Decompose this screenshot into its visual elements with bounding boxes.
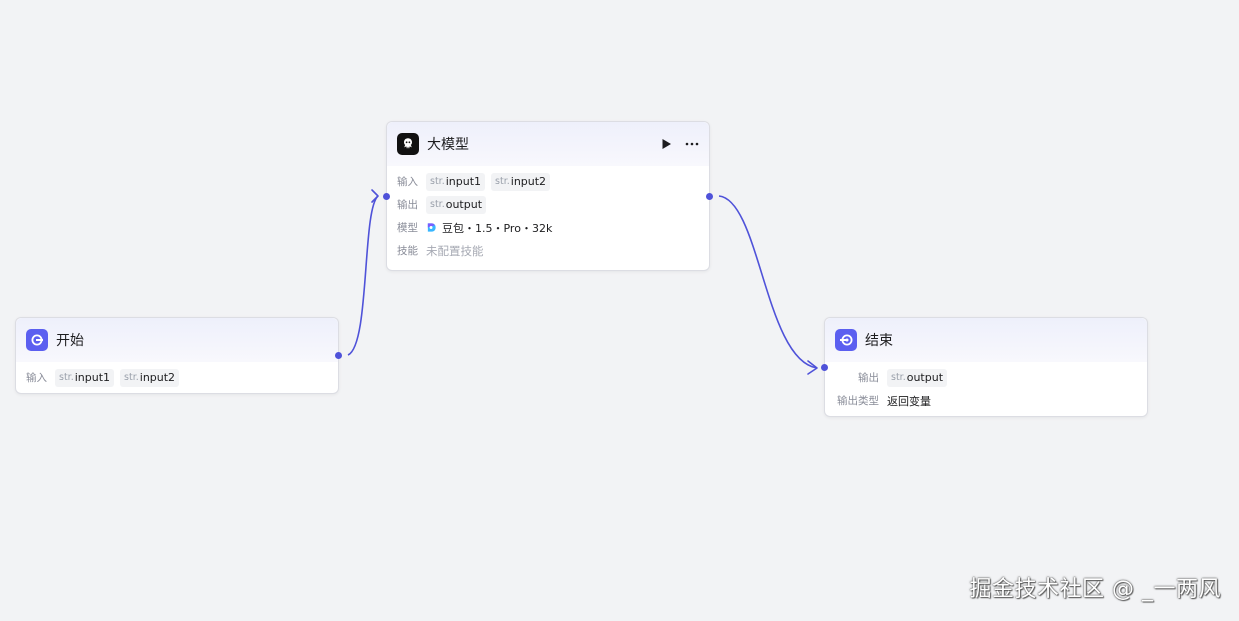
start-node-title: 开始 xyxy=(56,333,84,349)
tag-name: input1 xyxy=(74,371,111,384)
tag-name: output xyxy=(906,371,944,384)
workflow-canvas[interactable]: 开始 输入 str. input1 str. input2 大模型 输入 str… xyxy=(0,0,1239,621)
llm-node-body: 输入 str. input1 str. input2 输出 str. outpu… xyxy=(387,166,709,268)
llm-model-row: 模型 豆包・1.5・Pro・32k xyxy=(397,216,699,239)
start-input-tag: str. input2 xyxy=(120,368,180,387)
llm-node[interactable]: 大模型 输入 str. input1 str. input2 输出 str. o… xyxy=(383,121,713,271)
start-input-row: 输入 str. input1 str. input2 xyxy=(26,366,328,389)
tag-name: input2 xyxy=(510,175,547,188)
play-icon xyxy=(662,139,671,149)
llm-skills-row: 技能 未配置技能 xyxy=(397,239,699,262)
tag-name: input2 xyxy=(139,371,176,384)
end-output-type-value: 返回变量 xyxy=(887,394,931,408)
end-output-type-label: 输出类型 xyxy=(837,395,879,407)
end-output-row: 输出 str. output xyxy=(835,366,1137,389)
llm-output-handle[interactable] xyxy=(706,193,713,200)
llm-output-row: 输出 str. output xyxy=(397,193,699,216)
llm-input-tag: str. input1 xyxy=(426,172,486,191)
tag-name: input1 xyxy=(445,175,482,188)
llm-input-handle[interactable] xyxy=(383,193,390,200)
end-output-tag: str. output xyxy=(887,368,948,387)
edge-arrow-end-input xyxy=(807,360,818,375)
llm-model-value[interactable]: 豆包・1.5・Pro・32k xyxy=(442,220,552,236)
start-node-header[interactable]: 开始 xyxy=(16,318,338,362)
llm-icon xyxy=(397,133,419,155)
llm-output-label: 输出 xyxy=(397,199,418,211)
tag-type: str. xyxy=(59,372,74,383)
edges-layer xyxy=(347,189,818,375)
llm-node-title: 大模型 xyxy=(427,137,469,153)
llm-model-label: 模型 xyxy=(397,222,418,234)
start-icon xyxy=(26,329,48,351)
start-input-tag: str. input1 xyxy=(55,368,115,387)
end-node[interactable]: 结束 输出 str. output 输出类型 返回变量 xyxy=(821,317,1148,418)
llm-input-label: 输入 xyxy=(397,176,418,188)
end-node-title: 结束 xyxy=(865,333,893,349)
tag-type: str. xyxy=(891,372,906,383)
run-button[interactable] xyxy=(659,137,673,151)
tag-type: str. xyxy=(124,372,139,383)
llm-output-tag: str. output xyxy=(426,195,487,214)
edge-arrow-llm-input xyxy=(371,189,379,203)
tag-name: output xyxy=(445,198,483,211)
end-output-label: 输出 xyxy=(858,372,879,384)
start-output-handle[interactable] xyxy=(335,352,342,359)
more-button[interactable] xyxy=(685,137,699,151)
start-input-label: 输入 xyxy=(26,372,47,384)
end-input-handle[interactable] xyxy=(821,364,828,371)
llm-skills-value: 未配置技能 xyxy=(426,243,484,258)
tag-type: str. xyxy=(430,199,445,210)
start-node-body: 输入 str. input1 str. input2 xyxy=(16,362,338,395)
end-icon xyxy=(835,329,857,351)
tag-type: str. xyxy=(430,176,445,187)
watermark: 掘金技术社区 @ _一两风 xyxy=(969,577,1221,602)
end-output-type-row: 输出类型 返回变量 xyxy=(835,389,1137,412)
more-dots-icon xyxy=(685,142,699,146)
llm-node-header[interactable]: 大模型 xyxy=(387,122,709,166)
llm-skills-label: 技能 xyxy=(397,245,418,257)
llm-input-tag: str. input2 xyxy=(491,172,551,191)
end-node-header[interactable]: 结束 xyxy=(825,318,1147,362)
llm-input-row: 输入 str. input1 str. input2 xyxy=(397,170,699,193)
doubao-logo-icon xyxy=(427,223,436,232)
start-node[interactable]: 开始 输入 str. input1 str. input2 xyxy=(15,317,342,395)
tag-type: str. xyxy=(495,176,510,187)
end-node-body: 输出 str. output 输出类型 返回变量 xyxy=(825,362,1147,418)
edge-llm-to-end xyxy=(718,195,818,369)
llm-node-actions xyxy=(659,137,699,151)
edge-start-to-llm xyxy=(347,195,379,356)
